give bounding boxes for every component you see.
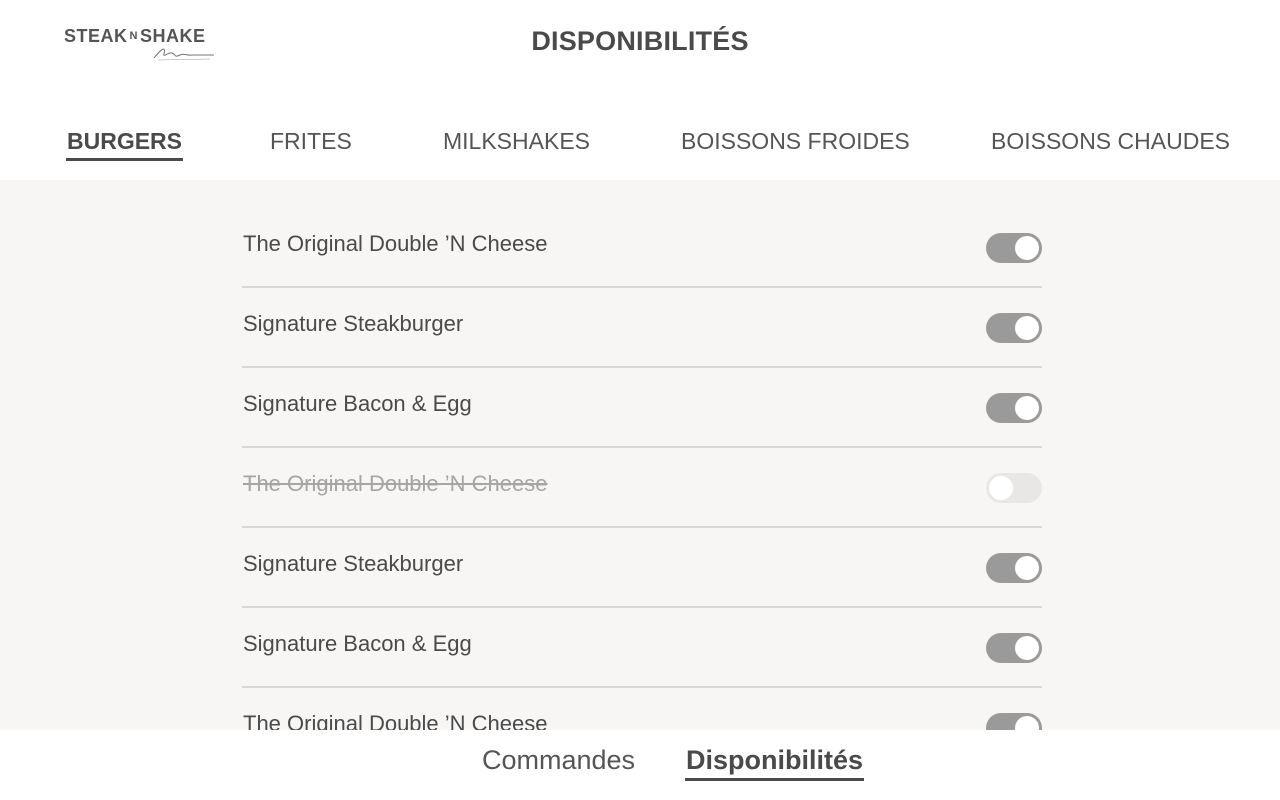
toggle-knob bbox=[1015, 316, 1039, 340]
item-label: The Original Double ’N Cheese bbox=[243, 711, 548, 730]
availability-list: The Original Double ’N Cheese Signature … bbox=[242, 208, 1042, 730]
availability-toggle[interactable] bbox=[986, 553, 1042, 583]
nav-disponibilites[interactable]: Disponibilités bbox=[684, 745, 865, 781]
toggle-knob bbox=[1015, 236, 1039, 260]
tab-burgers[interactable]: BURGERS bbox=[65, 128, 184, 161]
list-item: Signature Bacon & Egg bbox=[242, 608, 1042, 688]
list-item: Signature Steakburger bbox=[242, 528, 1042, 608]
toggle-knob bbox=[1015, 636, 1039, 660]
availability-toggle[interactable] bbox=[986, 313, 1042, 343]
item-label: The Original Double ’N Cheese bbox=[243, 231, 548, 256]
item-label: The Original Double ’N Cheese bbox=[243, 471, 548, 496]
availability-toggle[interactable] bbox=[986, 393, 1042, 423]
item-label: Signature Steakburger bbox=[243, 551, 464, 576]
availability-toggle[interactable] bbox=[986, 633, 1042, 663]
list-item: The Original Double ’N Cheese bbox=[242, 448, 1042, 528]
tab-boissons-froides[interactable]: BOISSONS FROIDES bbox=[681, 128, 910, 155]
tab-frites[interactable]: FRITES bbox=[270, 128, 352, 155]
tab-milkshakes[interactable]: MILKSHAKES bbox=[443, 128, 590, 155]
item-label: Signature Bacon & Egg bbox=[243, 391, 472, 416]
toggle-knob bbox=[1015, 396, 1039, 420]
list-item: The Original Double ’N Cheese bbox=[242, 688, 1042, 730]
header: STEAK N SHAKE DISPONIBILITÉS BURGERS FRITE… bbox=[0, 0, 1280, 180]
availability-toggle[interactable] bbox=[986, 233, 1042, 263]
toggle-knob bbox=[1015, 556, 1039, 580]
item-label: Signature Bacon & Egg bbox=[243, 631, 472, 656]
list-item: Signature Bacon & Egg bbox=[242, 368, 1042, 448]
availability-toggle[interactable] bbox=[986, 473, 1042, 503]
item-label: Signature Steakburger bbox=[243, 311, 464, 336]
tab-boissons-chaudes[interactable]: BOISSONS CHAUDES bbox=[991, 128, 1230, 155]
page-title: DISPONIBILITÉS bbox=[531, 26, 749, 56]
availability-toggle[interactable] bbox=[986, 713, 1042, 730]
availability-list-area[interactable]: The Original Double ’N Cheese Signature … bbox=[0, 180, 1280, 730]
bottom-nav: Commandes Disponibilités bbox=[0, 730, 1280, 800]
toggle-knob bbox=[989, 476, 1013, 500]
list-item: The Original Double ’N Cheese bbox=[242, 208, 1042, 288]
nav-commandes[interactable]: Commandes bbox=[482, 745, 635, 776]
toggle-knob bbox=[1015, 716, 1039, 730]
page: STEAK N SHAKE DISPONIBILITÉS BURGERS FRITE… bbox=[0, 0, 1280, 800]
list-item: Signature Steakburger bbox=[242, 288, 1042, 368]
